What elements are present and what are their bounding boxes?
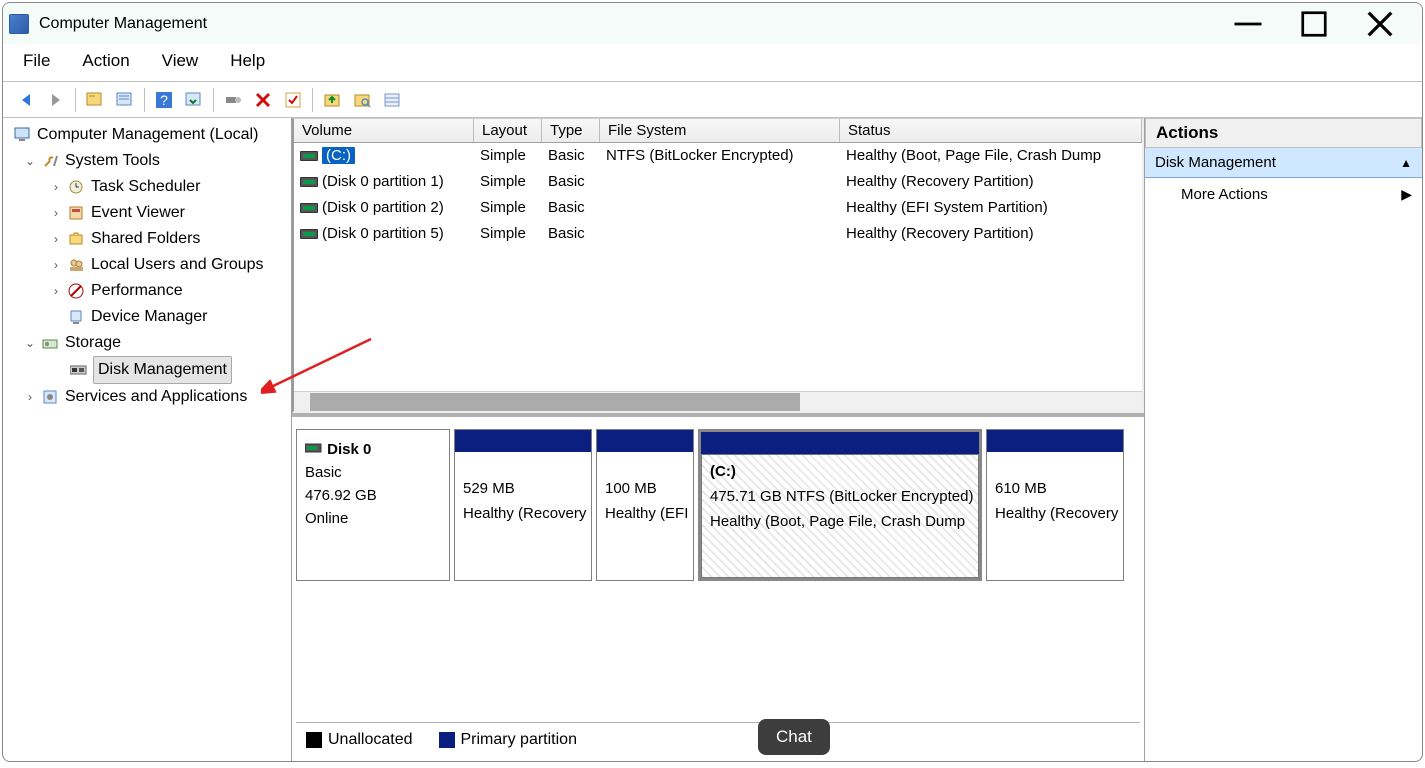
window-controls xyxy=(1230,9,1416,39)
legend: Unallocated Primary partition xyxy=(296,722,1140,753)
volume-icon xyxy=(300,203,318,213)
expand-icon[interactable]: › xyxy=(49,252,63,278)
tree-system-tools[interactable]: ⌄ System Tools xyxy=(5,148,289,174)
close-button[interactable] xyxy=(1362,9,1398,39)
volume-table-header: Volume Layout Type File System Status xyxy=(294,119,1142,143)
disk-mgmt-icon xyxy=(69,361,89,379)
volume-row[interactable]: (Disk 0 partition 5)SimpleBasicHealthy (… xyxy=(294,221,1142,247)
actions-panel: Actions Disk Management ▲ More Actions ▶ xyxy=(1145,118,1422,761)
expand-icon[interactable]: › xyxy=(49,174,63,200)
tree-item-event-viewer[interactable]: ›Event Viewer xyxy=(5,200,289,226)
column-status[interactable]: Status xyxy=(840,119,1142,142)
tree-storage[interactable]: ⌄ Storage xyxy=(5,330,289,356)
storage-icon xyxy=(41,334,61,352)
minimize-button[interactable] xyxy=(1230,9,1266,39)
partition-block[interactable]: 100 MBHealthy (EFI System Partition) xyxy=(596,429,694,581)
window-title: Computer Management xyxy=(39,15,207,33)
menu-bar: File Action View Help xyxy=(3,45,1422,82)
disk-graphical-view[interactable]: Disk 0 Basic 476.92 GB Online 529 MBHeal… xyxy=(292,413,1144,761)
menu-file[interactable]: File xyxy=(17,49,56,73)
chat-button[interactable]: Chat xyxy=(758,719,830,755)
volume-row[interactable]: (Disk 0 partition 1)SimpleBasicHealthy (… xyxy=(294,169,1142,195)
tree-item-local-users-and-groups[interactable]: ›Local Users and Groups xyxy=(5,252,289,278)
tree-item-icon xyxy=(67,282,87,300)
menu-help[interactable]: Help xyxy=(224,49,271,73)
check-icon[interactable] xyxy=(280,87,306,113)
column-type[interactable]: Type xyxy=(542,119,600,142)
volume-row[interactable]: (C:)SimpleBasicNTFS (BitLocker Encrypted… xyxy=(294,143,1142,169)
tree-item-icon xyxy=(67,230,87,248)
tree-root[interactable]: Computer Management (Local) xyxy=(5,122,289,148)
tree-item-device-manager[interactable]: Device Manager xyxy=(5,304,289,330)
menu-action[interactable]: Action xyxy=(76,49,135,73)
submenu-arrow-icon: ▶ xyxy=(1401,186,1412,203)
tree-services[interactable]: › Services and Applications xyxy=(5,384,289,410)
expand-icon[interactable]: › xyxy=(49,226,63,252)
legend-swatch-primary xyxy=(439,732,455,748)
refresh-icon[interactable] xyxy=(181,87,207,113)
services-icon xyxy=(41,388,61,406)
expand-icon[interactable]: › xyxy=(49,278,63,304)
actions-header: Actions xyxy=(1145,118,1422,148)
folder-up-icon[interactable] xyxy=(319,87,345,113)
svg-text:?: ? xyxy=(160,92,168,108)
titlebar: Computer Management xyxy=(3,3,1422,45)
collapse-arrow-icon: ▲ xyxy=(1400,156,1412,170)
find-icon[interactable] xyxy=(349,87,375,113)
column-layout[interactable]: Layout xyxy=(474,119,542,142)
properties-icon[interactable] xyxy=(112,87,138,113)
help-icon[interactable]: ? xyxy=(151,87,177,113)
expand-icon[interactable]: › xyxy=(49,200,63,226)
expand-icon[interactable]: › xyxy=(23,384,37,410)
volume-icon xyxy=(300,151,318,161)
tools-icon xyxy=(41,152,61,170)
actions-item-disk-management[interactable]: Disk Management ▲ xyxy=(1145,148,1422,178)
tree-item-shared-folders[interactable]: ›Shared Folders xyxy=(5,226,289,252)
disk-label-block[interactable]: Disk 0 Basic 476.92 GB Online xyxy=(296,429,450,581)
partition-block[interactable]: 529 MBHealthy (Recovery Partition) xyxy=(454,429,592,581)
list-view-icon[interactable] xyxy=(379,87,405,113)
back-button[interactable] xyxy=(13,87,39,113)
actions-more-actions[interactable]: More Actions ▶ xyxy=(1145,178,1422,211)
volume-icon xyxy=(300,229,318,239)
scrollbar-thumb[interactable] xyxy=(310,393,800,411)
tree-item-performance[interactable]: ›Performance xyxy=(5,278,289,304)
app-icon xyxy=(9,14,29,34)
volume-row[interactable]: (Disk 0 partition 2)SimpleBasicHealthy (… xyxy=(294,195,1142,221)
forward-button[interactable] xyxy=(43,87,69,113)
column-filesystem[interactable]: File System xyxy=(600,119,840,142)
tree-disk-management[interactable]: Disk Management xyxy=(5,356,289,384)
settings-icon[interactable] xyxy=(220,87,246,113)
volume-icon xyxy=(300,177,318,187)
tree-item-task-scheduler[interactable]: ›Task Scheduler xyxy=(5,174,289,200)
navigation-tree[interactable]: Computer Management (Local) ⌄ System Too… xyxy=(3,118,292,761)
tree-item-icon xyxy=(67,178,87,196)
legend-swatch-unallocated xyxy=(306,732,322,748)
maximize-button[interactable] xyxy=(1296,9,1332,39)
main-panel: Volume Layout Type File System Status (C… xyxy=(292,118,1145,761)
volume-table-body[interactable]: (C:)SimpleBasicNTFS (BitLocker Encrypted… xyxy=(294,143,1142,391)
partition-block[interactable]: 610 MBHealthy (Recovery Partition) xyxy=(986,429,1124,581)
collapse-icon[interactable]: ⌄ xyxy=(23,148,37,174)
tree-item-icon xyxy=(67,256,87,274)
disk-icon xyxy=(305,438,323,461)
delete-icon[interactable] xyxy=(250,87,276,113)
horizontal-scrollbar[interactable] xyxy=(294,391,1142,411)
computer-icon xyxy=(13,126,33,144)
tree-item-icon xyxy=(67,204,87,222)
toolbar: ? xyxy=(3,82,1422,118)
partition-block[interactable]: (C:)475.71 GB NTFS (BitLocker Encrypted)… xyxy=(698,429,982,581)
show-hide-tree-icon[interactable] xyxy=(82,87,108,113)
collapse-icon[interactable]: ⌄ xyxy=(23,330,37,356)
column-volume[interactable]: Volume xyxy=(294,119,474,142)
menu-view[interactable]: View xyxy=(156,49,205,73)
tree-item-icon xyxy=(67,308,87,326)
